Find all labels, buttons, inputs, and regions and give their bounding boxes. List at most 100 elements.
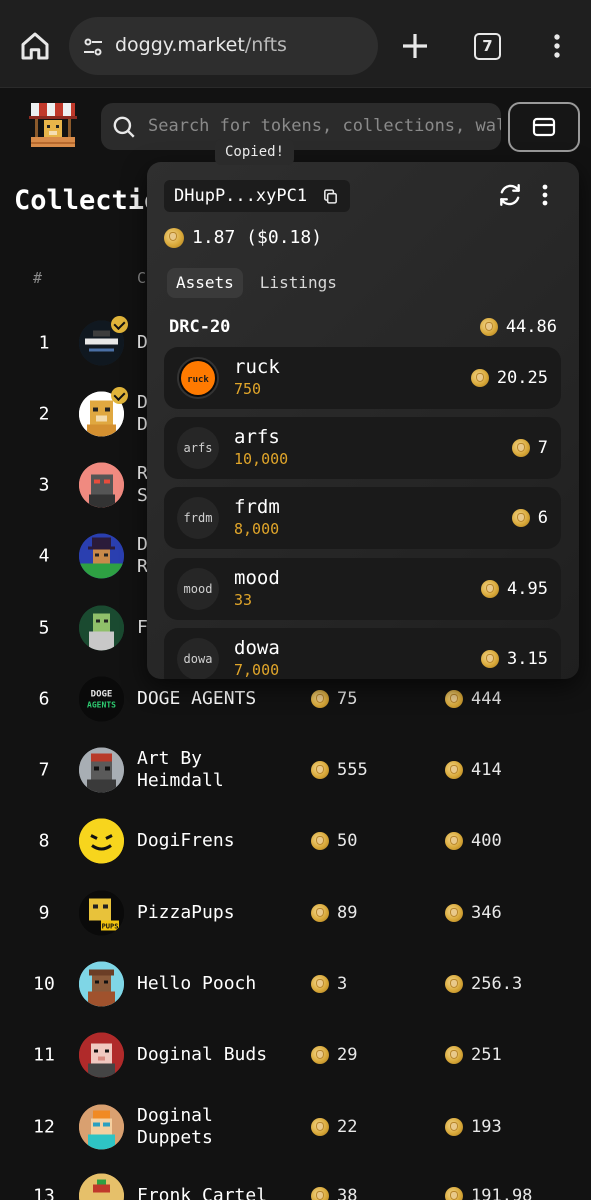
volume: 251 bbox=[445, 1045, 502, 1065]
column-header-collection[interactable]: C bbox=[137, 269, 146, 287]
dogecoin-icon bbox=[311, 761, 329, 779]
browser-toolbar: doggy.market/nfts 7 bbox=[0, 0, 591, 88]
table-row[interactable]: 11 Doginal Buds 29 251 bbox=[0, 1025, 591, 1085]
more-vert-icon[interactable] bbox=[545, 30, 569, 62]
table-row[interactable]: 8 DogiFrens 50 400 bbox=[0, 811, 591, 871]
tab-switcher-button[interactable]: 7 bbox=[474, 33, 501, 60]
volume: 400 bbox=[445, 831, 502, 851]
refresh-icon[interactable] bbox=[497, 182, 523, 208]
token-name: ruck bbox=[234, 356, 280, 378]
dogecoin-icon bbox=[445, 904, 463, 922]
token-icon: frdm bbox=[177, 497, 219, 539]
row-rank: 7 bbox=[38, 759, 50, 781]
collection-avatar: PUPS bbox=[79, 890, 124, 936]
token-card[interactable]: mood mood 33 4.95 bbox=[164, 558, 561, 620]
token-card[interactable]: arfs arfs 10,000 7 bbox=[164, 417, 561, 479]
wallet-button[interactable] bbox=[508, 102, 580, 152]
collection-avatar bbox=[79, 1032, 124, 1078]
dogecoin-icon bbox=[511, 439, 530, 457]
collection-name: DogiFrens bbox=[137, 830, 235, 851]
copy-icon[interactable] bbox=[322, 188, 339, 205]
new-tab-icon[interactable] bbox=[399, 30, 431, 62]
search-bar[interactable]: Search for tokens, collections, wallets bbox=[101, 103, 501, 150]
svg-text:AGENTS: AGENTS bbox=[87, 701, 116, 710]
svg-text:ruck: ruck bbox=[187, 375, 209, 385]
collection-avatar bbox=[79, 961, 124, 1007]
token-name: arfs bbox=[234, 426, 280, 448]
token-amount: 10,000 bbox=[234, 450, 289, 468]
row-rank: 12 bbox=[33, 1116, 55, 1138]
token-amount: 7,000 bbox=[234, 661, 280, 679]
dogecoin-icon bbox=[445, 1046, 463, 1064]
dogecoin-icon bbox=[511, 509, 530, 527]
volume: 191.98 bbox=[445, 1186, 532, 1200]
row-rank: 3 bbox=[38, 474, 50, 496]
row-rank: 2 bbox=[38, 403, 50, 425]
dogecoin-icon bbox=[445, 761, 463, 779]
dogecoin-icon bbox=[481, 580, 500, 598]
wallet-balance: 1.87 ($0.18) bbox=[164, 227, 322, 248]
url-text: doggy.market/nfts bbox=[115, 34, 287, 56]
dogecoin-icon bbox=[470, 369, 489, 387]
table-row[interactable]: 10 Hello Pooch 3 256.3 bbox=[0, 954, 591, 1014]
floor-price: 38 bbox=[311, 1186, 357, 1200]
table-row[interactable]: 9 PUPS PizzaPups 89 346 bbox=[0, 883, 591, 943]
collection-name: Doginal Duppets bbox=[137, 1105, 213, 1148]
collection-name: Hello Pooch bbox=[137, 973, 257, 994]
dogecoin-icon bbox=[311, 1187, 329, 1200]
svg-text:DOGE: DOGE bbox=[91, 690, 113, 700]
section-total: 44.86 bbox=[479, 317, 557, 337]
more-vert-icon[interactable] bbox=[535, 182, 555, 208]
dogecoin-icon bbox=[445, 1187, 463, 1200]
dogecoin-icon bbox=[311, 1118, 329, 1136]
token-name: mood bbox=[234, 567, 280, 589]
floor-price: 22 bbox=[311, 1117, 357, 1137]
wallet-popover: DHupP...xyPC1 1.87 ($0.18) Assets Listin… bbox=[147, 162, 579, 679]
collection-avatar bbox=[79, 605, 124, 651]
wallet-address[interactable]: DHupP...xyPC1 bbox=[164, 180, 350, 212]
tab-listings[interactable]: Listings bbox=[251, 268, 346, 298]
wallet-icon bbox=[532, 117, 556, 137]
collection-name: Art By Heimdall bbox=[137, 748, 224, 791]
row-rank: 11 bbox=[33, 1044, 55, 1066]
dogecoin-icon bbox=[445, 690, 463, 708]
verified-badge-icon bbox=[111, 387, 128, 404]
site-settings-icon[interactable] bbox=[81, 35, 105, 59]
home-icon[interactable] bbox=[17, 28, 53, 64]
table-row[interactable]: 7 Art By Heimdall 555 414 bbox=[0, 740, 591, 800]
floor-price: 29 bbox=[311, 1045, 357, 1065]
collection-avatar bbox=[79, 462, 124, 508]
token-name: frdm bbox=[234, 496, 280, 518]
dogecoin-icon bbox=[479, 318, 498, 336]
floor-price: 3 bbox=[311, 974, 347, 994]
token-value: 20.25 bbox=[470, 368, 548, 388]
token-card[interactable]: ruck ruck 750 20.25 bbox=[164, 347, 561, 409]
column-header-rank: # bbox=[33, 269, 43, 287]
svg-text:PUPS: PUPS bbox=[102, 923, 119, 931]
dogecoin-icon bbox=[311, 690, 329, 708]
tab-assets[interactable]: Assets bbox=[167, 268, 243, 298]
dogecoin-icon bbox=[445, 832, 463, 850]
dogecoin-icon bbox=[311, 832, 329, 850]
token-value: 7 bbox=[511, 438, 548, 458]
row-rank: 8 bbox=[38, 830, 50, 852]
token-card[interactable]: frdm frdm 8,000 6 bbox=[164, 487, 561, 549]
address-bar[interactable]: doggy.market/nfts bbox=[69, 17, 378, 75]
dogecoin-icon bbox=[445, 975, 463, 993]
floor-price: 75 bbox=[311, 689, 357, 709]
token-value: 4.95 bbox=[481, 579, 548, 599]
token-card[interactable]: dowa dowa 7,000 3.15 bbox=[164, 628, 561, 679]
row-rank: 6 bbox=[38, 688, 50, 710]
table-row[interactable]: 12 Doginal Duppets 22 193 bbox=[0, 1097, 591, 1157]
floor-price: 555 bbox=[311, 760, 368, 780]
doggy-market-logo[interactable] bbox=[27, 100, 79, 150]
copied-tooltip: Copied! bbox=[215, 139, 295, 165]
search-input[interactable]: Search for tokens, collections, wallets bbox=[148, 116, 501, 136]
dogecoin-icon bbox=[445, 1118, 463, 1136]
row-rank: 5 bbox=[38, 617, 50, 639]
row-rank: 9 bbox=[38, 902, 50, 924]
table-row[interactable]: 13 Fronk Cartel 38 191.98 bbox=[0, 1166, 591, 1200]
volume: 444 bbox=[445, 689, 502, 709]
collection-avatar: DOGE AGENTS bbox=[79, 676, 124, 722]
section-label: DRC-20 bbox=[169, 317, 231, 337]
